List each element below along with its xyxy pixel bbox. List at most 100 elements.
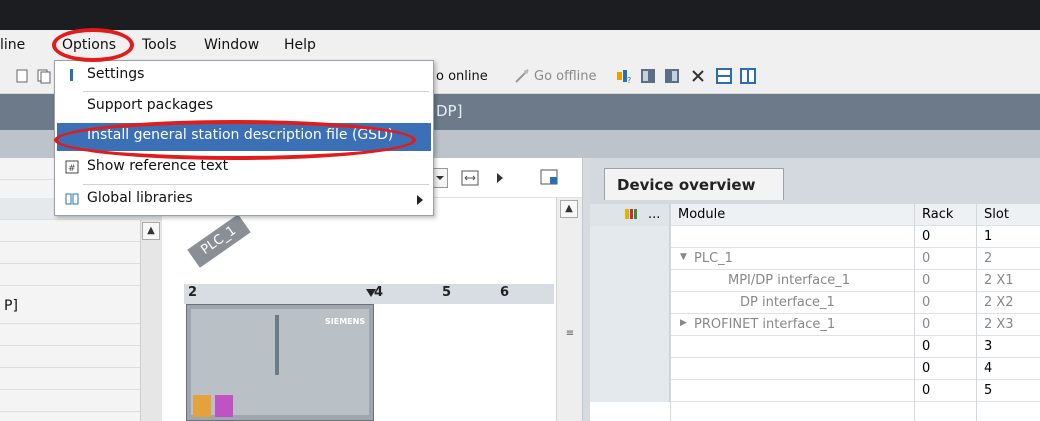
canvas-scrollbar[interactable]: ▲ ≡ <box>556 198 582 421</box>
grid-divider <box>670 204 671 421</box>
dropdown-icon[interactable] <box>432 168 448 188</box>
menu-item-global-libraries[interactable]: Global libraries <box>55 185 433 215</box>
row-shade <box>590 314 670 336</box>
scroll-up-button[interactable]: ▲ <box>560 200 578 218</box>
table-row[interactable]: 04 <box>590 358 1040 380</box>
tree-scrollbar[interactable]: ▲ <box>140 220 162 421</box>
copy-icon[interactable] <box>36 68 52 84</box>
close-all-icon[interactable] <box>690 68 706 84</box>
table-row[interactable]: 05 <box>590 380 1040 402</box>
editor-title: DP] <box>436 102 463 120</box>
tree-row[interactable] <box>0 324 162 346</box>
accessible-devices-icon[interactable]: ? <box>616 68 632 84</box>
scroll-up-button[interactable]: ▲ <box>142 222 160 240</box>
cell-module: DP interface_1 <box>740 295 835 310</box>
table-row[interactable]: 01 <box>590 226 1040 248</box>
title-bar <box>0 0 1040 30</box>
grid-divider <box>914 204 915 421</box>
cell-rack: 0 <box>922 317 931 332</box>
split-horizontal-icon[interactable] <box>716 68 732 84</box>
cell-rack: 0 <box>922 251 931 266</box>
column-rack[interactable]: Rack <box>922 207 953 222</box>
table-row[interactable]: ▶ PROFINET interface_1 0 2 X3 <box>590 314 1040 336</box>
cell-slot: 2 <box>984 251 993 266</box>
expand-down-icon[interactable]: ▼ <box>680 252 687 262</box>
led-strip <box>275 315 279 375</box>
cell-slot: 2 X3 <box>984 317 1014 332</box>
row-shade <box>590 380 670 402</box>
annotation-circle-gsd <box>54 120 416 160</box>
menu-item-label: Settings <box>87 66 145 82</box>
cell-slot: 1 <box>984 229 993 244</box>
chevron-right-icon[interactable] <box>496 172 504 184</box>
cell-module: MPI/DP interface_1 <box>728 273 851 288</box>
cross-reference-icon[interactable] <box>640 68 656 84</box>
tree-row[interactable] <box>0 368 162 390</box>
svg-text:?: ? <box>627 76 631 84</box>
panel-toggle-icon[interactable] <box>540 168 558 186</box>
submenu-arrow-icon <box>417 195 423 205</box>
table-row[interactable]: DP interface_1 0 2 X2 <box>590 292 1040 314</box>
plc-device-tag[interactable]: PLC_1 <box>187 214 251 268</box>
tree-row[interactable]: P] <box>0 286 162 324</box>
table-header-row: ... Module Rack Slot <box>590 204 1040 226</box>
menu-item-label: Global libraries <box>87 190 193 206</box>
tree-row[interactable] <box>0 220 162 242</box>
cell-rack: 0 <box>922 361 931 376</box>
zoom-fit-icon[interactable] <box>460 168 480 188</box>
cell-slot: 5 <box>984 383 993 398</box>
cell-slot: 3 <box>984 339 993 354</box>
cell-slot: 2 X2 <box>984 295 1014 310</box>
menu-tools[interactable]: Tools <box>142 37 177 53</box>
tab-device-overview[interactable]: Device overview <box>604 168 784 200</box>
column-ellipsis[interactable]: ... <box>648 207 660 222</box>
port-orange <box>193 395 211 417</box>
row-shade <box>590 270 670 292</box>
tree-row-label: P] <box>4 298 18 314</box>
cell-rack: 0 <box>922 383 931 398</box>
row-shade <box>590 248 670 270</box>
menu-window[interactable]: Window <box>204 37 259 53</box>
menu-item-settings[interactable]: Settings <box>55 61 433 91</box>
menu-item-label: Support packages <box>87 97 214 113</box>
table-row[interactable]: MPI/DP interface_1 0 2 X1 <box>590 270 1040 292</box>
expand-right-icon[interactable]: ▶ <box>680 318 687 328</box>
plc-module-image[interactable]: SIEMENS <box>186 304 374 421</box>
split-vertical-icon[interactable] <box>740 68 756 84</box>
grid-divider <box>976 204 977 421</box>
slot-number: 4 <box>374 285 384 300</box>
table-row[interactable]: 03 <box>590 336 1040 358</box>
slot-number: 2 <box>188 285 198 300</box>
menu-item-support-packages[interactable]: Support packages <box>55 92 433 122</box>
tree-row[interactable] <box>0 264 162 286</box>
cell-module: PROFINET interface_1 <box>694 317 836 332</box>
tree-row[interactable] <box>0 242 162 264</box>
tree-row[interactable] <box>0 346 162 368</box>
column-slot[interactable]: Slot <box>984 207 1009 222</box>
cell-rack: 0 <box>922 273 931 288</box>
filter-icon[interactable] <box>624 207 638 221</box>
menu-bar: line Options Tools Window Help <box>0 30 1040 60</box>
scroll-grip-icon[interactable]: ≡ <box>563 328 577 339</box>
cell-module: PLC_1 <box>694 251 733 266</box>
go-online-button[interactable]: o online <box>436 69 488 84</box>
table-row[interactable]: ▼ PLC_1 0 2 <box>590 248 1040 270</box>
reference-text-icon: # <box>65 160 79 174</box>
cut-icon[interactable] <box>14 68 30 84</box>
panel-splitter[interactable] <box>582 158 590 421</box>
go-offline-icon[interactable] <box>514 68 530 84</box>
go-offline-button[interactable]: Go offline <box>534 69 597 84</box>
slot-number: 5 <box>442 285 452 300</box>
annotation-circle-options <box>52 28 134 62</box>
tree-row[interactable] <box>0 390 162 412</box>
cell-slot: 2 X1 <box>984 273 1014 288</box>
device-overview-table: ... Module Rack Slot 0 1 ▼ PLC_1 0 2 MPI/DP in… <box>590 204 1040 421</box>
row-shade <box>590 226 670 248</box>
row-shade <box>590 292 670 314</box>
menu-help[interactable]: Help <box>284 37 316 53</box>
compare-icon[interactable] <box>664 68 680 84</box>
column-module[interactable]: Module <box>678 207 725 222</box>
slot-number: 6 <box>500 285 510 300</box>
menu-online[interactable]: line <box>0 37 25 53</box>
cell-slot: 4 <box>984 361 993 376</box>
